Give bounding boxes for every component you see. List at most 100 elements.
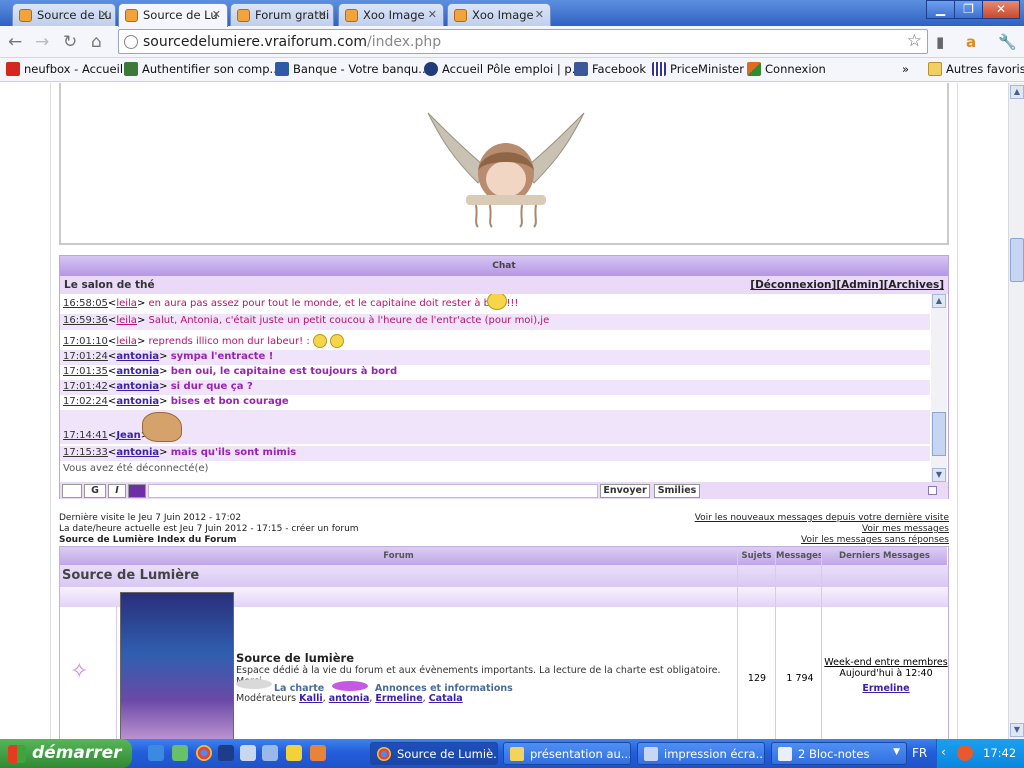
bookmark-item[interactable]: Connexion bbox=[747, 62, 826, 76]
message-user[interactable]: antonia bbox=[116, 396, 159, 407]
ie-quicklaunch-icon[interactable] bbox=[148, 745, 164, 761]
bookmark-item[interactable]: Authentifier son comp... bbox=[124, 62, 281, 76]
taskbar-item-chrome[interactable]: Source de Lumiè... bbox=[370, 742, 498, 765]
forward-icon[interactable]: → bbox=[35, 32, 49, 52]
message-time[interactable]: 17:02:24 bbox=[63, 396, 108, 407]
message-user[interactable]: antonia bbox=[116, 381, 159, 392]
start-button[interactable]: démarrer bbox=[0, 739, 132, 768]
chat-message-input[interactable] bbox=[148, 484, 598, 498]
other-bookmarks-folder[interactable]: Autres favoris bbox=[928, 62, 1024, 76]
chrome-quicklaunch-icon[interactable] bbox=[196, 745, 212, 761]
message-time[interactable]: 17:01:35 bbox=[63, 366, 108, 377]
avast-tray-icon[interactable] bbox=[957, 745, 973, 761]
bookmark-item[interactable]: Banque - Votre banqu... bbox=[275, 62, 429, 76]
message-user[interactable]: Jean bbox=[116, 430, 140, 441]
bookmarks-overflow-button[interactable]: » bbox=[886, 62, 909, 76]
send-button[interactable]: Envoyer bbox=[600, 484, 650, 498]
reload-icon[interactable]: ↻ bbox=[63, 32, 77, 52]
wrench-icon[interactable]: 🔧 bbox=[998, 32, 1017, 52]
italic-button[interactable]: I bbox=[108, 484, 126, 498]
color-button[interactable] bbox=[62, 484, 82, 498]
message-user[interactable]: leila bbox=[116, 336, 137, 347]
emoji-picker-icon[interactable] bbox=[128, 484, 146, 498]
chat-scrollbar[interactable]: ▲ ▼ bbox=[931, 294, 947, 482]
bold-button[interactable]: G bbox=[84, 484, 106, 498]
last-message-user-link[interactable]: Ermeline bbox=[823, 683, 949, 694]
message-user[interactable]: antonia bbox=[116, 447, 159, 458]
clock[interactable]: 17:42 bbox=[983, 746, 1016, 760]
tab-2-active[interactable]: Source de Lu ✕ bbox=[118, 3, 228, 27]
moderator-link[interactable]: antonia bbox=[329, 693, 370, 704]
tab-5[interactable]: Xoo Image ✕ bbox=[447, 3, 551, 26]
close-tab-icon[interactable]: ✕ bbox=[318, 8, 327, 21]
message-time[interactable]: 17:01:42 bbox=[63, 381, 108, 392]
chevron-down-icon: ▼ bbox=[893, 747, 900, 757]
forum-name-link[interactable]: Source de lumière bbox=[236, 651, 354, 665]
chat-admin-link[interactable]: [Admin] bbox=[836, 279, 883, 291]
my-messages-link[interactable]: Voir mes messages bbox=[695, 524, 949, 535]
resize-handle[interactable] bbox=[928, 486, 937, 495]
address-bar[interactable]: sourcedelumiere.vraiforum.com/index.php … bbox=[118, 29, 928, 54]
minimize-button[interactable]: ▁ bbox=[926, 0, 955, 19]
moderator-link[interactable]: Kalli bbox=[299, 693, 323, 704]
scroll-up-icon[interactable]: ▲ bbox=[932, 294, 946, 308]
category-title[interactable]: Source de Lumière bbox=[60, 565, 948, 587]
close-tab-icon[interactable]: ✕ bbox=[535, 8, 544, 21]
message-user[interactable]: leila bbox=[116, 298, 137, 309]
moderator-link[interactable]: Ermeline bbox=[375, 693, 422, 704]
taskbar-item-notepad-group[interactable]: 2 Bloc-notes ▼ bbox=[771, 742, 907, 765]
bookmark-item[interactable]: neufbox - Accueil bbox=[6, 62, 123, 76]
bookmark-star-icon[interactable]: ☆ bbox=[907, 31, 922, 51]
close-window-button[interactable]: ✕ bbox=[982, 0, 1020, 19]
bookmark-item[interactable]: Facebook bbox=[574, 62, 646, 76]
signal-extension-icon[interactable]: ▮ bbox=[936, 32, 944, 52]
language-indicator[interactable]: FR bbox=[912, 746, 927, 760]
last-message-title-link[interactable]: Week-end entre membres bbox=[823, 657, 949, 668]
home-icon[interactable]: ⌂ bbox=[91, 32, 102, 52]
chat-archives-link[interactable]: [Archives] bbox=[884, 279, 944, 291]
moderator-link[interactable]: Catala bbox=[429, 693, 463, 704]
smilies-button[interactable]: Smilies bbox=[654, 484, 700, 498]
back-icon[interactable]: ← bbox=[8, 32, 22, 52]
close-tab-icon[interactable]: ✕ bbox=[212, 8, 221, 21]
explorer-quicklaunch-icon[interactable] bbox=[240, 745, 256, 761]
scroll-down-icon[interactable]: ▼ bbox=[932, 468, 946, 482]
paint-quicklaunch-icon[interactable] bbox=[262, 745, 278, 761]
taskbar-item-folder[interactable]: présentation au... bbox=[503, 742, 631, 765]
taskbar-item-paint[interactable]: impression écra... bbox=[637, 742, 765, 765]
tray-expand-icon[interactable]: ‹ bbox=[941, 745, 946, 759]
chat-scroll-thumb[interactable] bbox=[932, 412, 946, 456]
tab-4[interactable]: Xoo Image ✕ bbox=[338, 3, 444, 26]
scroll-down-icon[interactable]: ▼ bbox=[1010, 723, 1024, 737]
message-user[interactable]: leila bbox=[116, 315, 137, 326]
message-time[interactable]: 16:58:05 bbox=[63, 298, 108, 309]
game-quicklaunch-icon[interactable] bbox=[310, 745, 326, 761]
close-tab-icon[interactable]: ✕ bbox=[428, 8, 437, 21]
message-time[interactable]: 17:01:24 bbox=[63, 351, 108, 362]
page-scroll-thumb[interactable] bbox=[1010, 238, 1024, 282]
scroll-up-icon[interactable]: ▲ bbox=[1010, 85, 1024, 99]
message-time[interactable]: 17:01:10 bbox=[63, 336, 108, 347]
unanswered-messages-link[interactable]: Voir les messages sans réponses bbox=[695, 535, 949, 546]
page-scrollbar[interactable]: ▲ ▼ bbox=[1008, 83, 1024, 739]
message-user[interactable]: antonia bbox=[116, 351, 159, 362]
word-quicklaunch-icon[interactable] bbox=[218, 745, 234, 761]
message-user[interactable]: antonia bbox=[116, 366, 159, 377]
tab-3[interactable]: Forum gratui ✕ bbox=[230, 3, 334, 26]
tab-1[interactable]: Source de Lu ✕ bbox=[12, 3, 116, 26]
restore-button[interactable]: ❐ bbox=[954, 0, 983, 19]
folder-icon bbox=[510, 747, 524, 761]
messenger-quicklaunch-icon[interactable] bbox=[172, 745, 188, 761]
chat-message: 16:58:05<leila> en aura pas assez pour t… bbox=[60, 294, 930, 310]
message-time[interactable]: 16:59:36 bbox=[63, 315, 108, 326]
message-time[interactable]: 17:15:33 bbox=[63, 447, 108, 458]
star-quicklaunch-icon[interactable] bbox=[286, 745, 302, 761]
bookmark-item[interactable]: Accueil Pôle emploi | p... bbox=[424, 62, 583, 76]
new-messages-link[interactable]: Voir les nouveaux messages depuis votre … bbox=[695, 513, 949, 524]
message-time[interactable]: 17:14:41 bbox=[63, 430, 108, 441]
bookmark-item[interactable]: PriceMinister bbox=[652, 62, 744, 76]
chat-logout-link[interactable]: [Déconnexion] bbox=[750, 279, 836, 291]
close-tab-icon[interactable]: ✕ bbox=[100, 8, 109, 21]
amazon-extension-icon[interactable]: a bbox=[966, 32, 976, 52]
forum-index-link[interactable]: Source de Lumière Index du Forum bbox=[59, 535, 359, 546]
